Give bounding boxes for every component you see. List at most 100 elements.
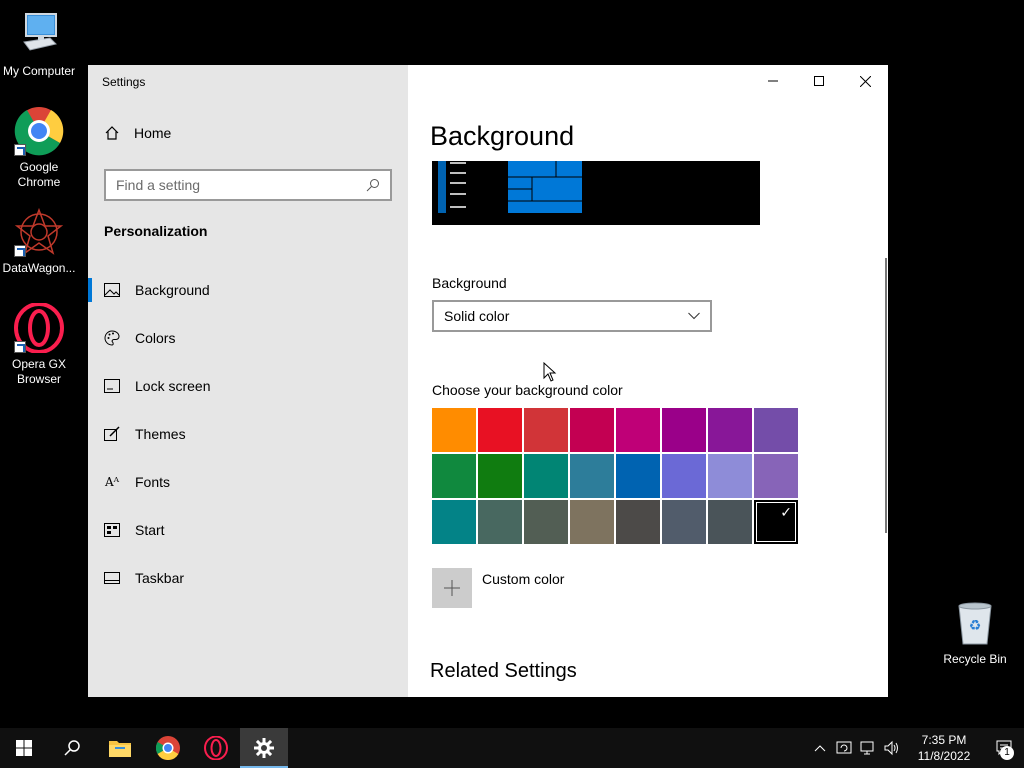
sidebar-item-label: Fonts — [135, 474, 171, 490]
plus-icon — [444, 580, 460, 596]
taskbar-icon — [104, 570, 120, 586]
sidebar-item-background[interactable]: Background — [88, 266, 408, 314]
update-tray-button[interactable] — [832, 728, 856, 768]
sidebar-home[interactable]: Home — [104, 125, 171, 141]
maximize-button[interactable] — [796, 65, 842, 97]
volume-tray-button[interactable] — [880, 728, 904, 768]
color-swatch[interactable] — [616, 500, 660, 544]
desktop-preview — [432, 161, 760, 225]
desktop: My Computer Google Chrome DataWagon... O… — [0, 0, 1024, 728]
action-center-button[interactable]: 1 — [984, 728, 1024, 768]
background-type-dropdown[interactable]: Solid color — [432, 300, 712, 332]
color-swatch[interactable] — [524, 500, 568, 544]
color-swatch[interactable] — [478, 454, 522, 498]
chevron-up-icon — [814, 745, 826, 752]
desktop-icon-recycle-bin[interactable]: ♻ Recycle Bin — [940, 600, 1010, 666]
datawagon-icon — [14, 207, 64, 257]
color-swatch[interactable] — [662, 500, 706, 544]
taskbar: 7:35 PM 11/8/2022 1 — [0, 728, 1024, 768]
scrollbar[interactable] — [885, 258, 887, 533]
sidebar-item-taskbar[interactable]: Taskbar — [88, 554, 408, 602]
color-swatch[interactable] — [432, 454, 476, 498]
color-swatch[interactable] — [432, 500, 476, 544]
desktop-icon-datawagon[interactable]: DataWagon... — [0, 207, 78, 276]
settings-taskbar-button[interactable] — [240, 728, 288, 768]
color-swatch[interactable] — [616, 454, 660, 498]
opera-gx-icon — [14, 302, 64, 354]
sidebar-item-label: Background — [135, 282, 210, 298]
sidebar-item-lock-screen[interactable]: Lock screen — [88, 362, 408, 410]
gear-icon — [254, 738, 274, 758]
palette-icon — [104, 330, 120, 346]
color-swatch[interactable] — [754, 454, 798, 498]
chrome-taskbar-button[interactable] — [144, 728, 192, 768]
color-swatch[interactable] — [524, 408, 568, 452]
chevron-down-icon — [688, 312, 700, 320]
themes-icon — [104, 426, 120, 442]
minimize-icon — [768, 80, 778, 82]
shortcut-arrow-icon — [14, 245, 26, 257]
color-swatch[interactable] — [754, 408, 798, 452]
desktop-icon-label: Opera GX Browser — [11, 357, 67, 386]
color-swatch-grid: ✓ — [432, 408, 798, 544]
color-swatch[interactable] — [570, 500, 614, 544]
desktop-icon-google-chrome[interactable]: Google Chrome — [0, 106, 78, 190]
show-hidden-icons-button[interactable] — [808, 728, 832, 768]
sidebar-item-fonts[interactable]: Aᴬ Fonts — [88, 458, 408, 506]
fonts-icon: Aᴬ — [104, 475, 120, 489]
color-swatch[interactable] — [708, 408, 752, 452]
sidebar-item-colors[interactable]: Colors — [88, 314, 408, 362]
clock-date: 11/8/2022 — [917, 749, 971, 763]
sidebar-item-label: Colors — [135, 330, 176, 346]
settings-window: Settings Home Personalization — [88, 65, 888, 697]
color-swatch[interactable] — [478, 408, 522, 452]
color-swatch[interactable] — [524, 454, 568, 498]
window-controls — [750, 65, 888, 97]
minimize-button[interactable] — [750, 65, 796, 97]
color-swatch[interactable] — [708, 454, 752, 498]
sidebar-item-label: Themes — [135, 426, 186, 442]
section-heading: Personalization — [104, 223, 208, 239]
color-swatch[interactable] — [616, 408, 660, 452]
network-tray-button[interactable] — [856, 728, 880, 768]
custom-color-button[interactable] — [432, 568, 472, 608]
desktop-icon-label: Google Chrome — [17, 160, 61, 189]
opera-gx-icon — [204, 736, 228, 760]
opera-gx-taskbar-button[interactable] — [192, 728, 240, 768]
color-swatch[interactable] — [708, 500, 752, 544]
color-swatch[interactable] — [432, 408, 476, 452]
clock[interactable]: 7:35 PM 11/8/2022 — [904, 732, 984, 764]
color-swatch[interactable] — [570, 408, 614, 452]
sidebar-item-start[interactable]: Start — [88, 506, 408, 554]
checkmark-icon: ✓ — [780, 504, 792, 520]
chrome-icon — [14, 106, 64, 156]
close-button[interactable] — [842, 65, 888, 97]
start-button[interactable] — [0, 728, 48, 768]
color-swatch[interactable]: ✓ — [754, 500, 798, 544]
desktop-icon-label: DataWagon... — [2, 261, 76, 275]
sidebar-item-themes[interactable]: Themes — [88, 410, 408, 458]
search-icon — [64, 740, 80, 756]
home-icon — [105, 126, 119, 140]
related-settings-heading: Related Settings — [430, 660, 577, 682]
shortcut-arrow-icon — [14, 144, 26, 156]
update-icon — [836, 741, 852, 754]
color-swatch[interactable] — [570, 454, 614, 498]
search-button[interactable] — [48, 728, 96, 768]
start-icon — [104, 522, 120, 538]
file-explorer-button[interactable] — [96, 728, 144, 768]
color-swatch[interactable] — [478, 500, 522, 544]
search-input[interactable] — [116, 177, 366, 193]
color-swatch[interactable] — [662, 408, 706, 452]
desktop-icon-my-computer[interactable]: My Computer — [0, 10, 78, 79]
desktop-icon-opera-gx[interactable]: Opera GX Browser — [0, 302, 78, 387]
desktop-icon-label: My Computer — [2, 64, 76, 78]
clock-time: 7:35 PM — [921, 733, 967, 747]
color-swatch[interactable] — [662, 454, 706, 498]
sidebar-item-label: Lock screen — [135, 378, 211, 394]
folder-icon — [109, 741, 131, 757]
mouse-pointer-icon — [543, 361, 557, 387]
windows-logo-icon — [16, 740, 32, 756]
search-field[interactable] — [104, 169, 392, 201]
svg-text:♻: ♻ — [969, 618, 982, 634]
